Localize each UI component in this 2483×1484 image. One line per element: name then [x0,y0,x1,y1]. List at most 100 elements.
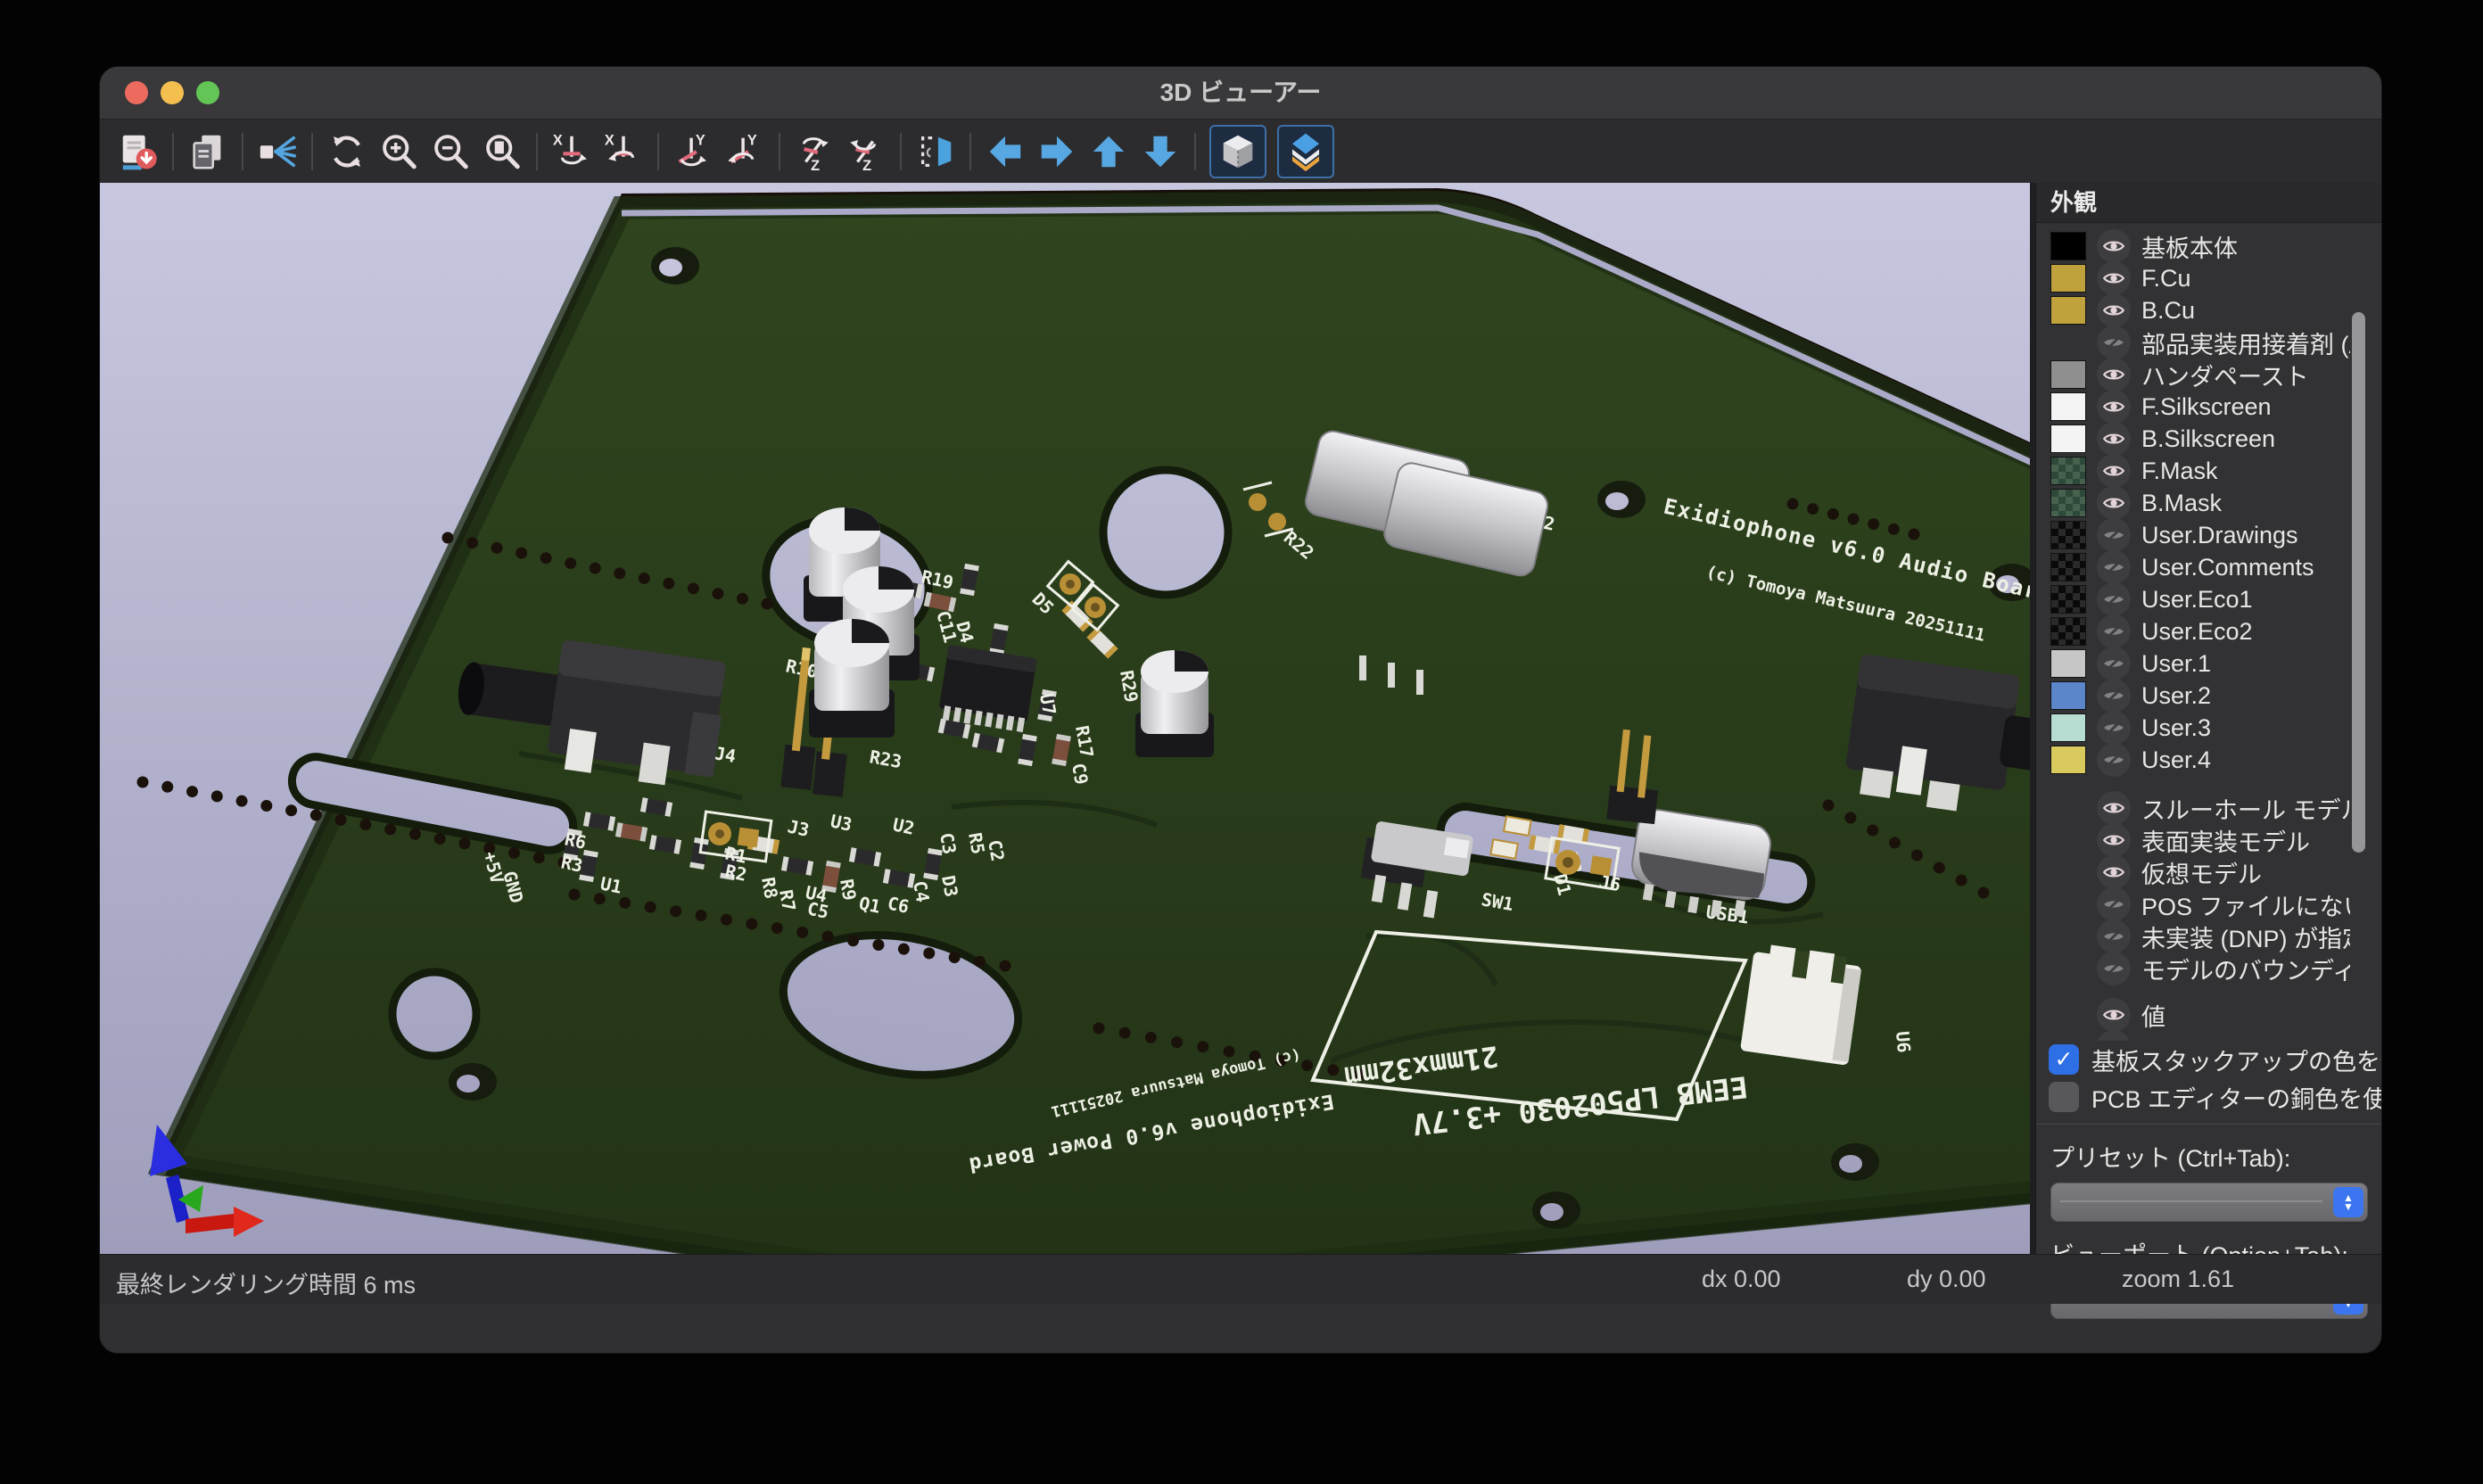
visibility-eye-icon[interactable] [2097,390,2131,424]
visibility-eye-off-icon[interactable] [2097,887,2131,921]
copy-image-button[interactable] [182,128,234,176]
rotate-z-clockwise-button[interactable]: Z [788,128,840,176]
visibility-eye-off-icon[interactable] [2097,614,2131,648]
rotate-z-counterclockwise-button[interactable]: Z [840,128,892,176]
visibility-eye-icon[interactable] [2097,454,2131,488]
pcb-copper-colors-checkbox[interactable] [2049,1082,2079,1112]
layer-row-user-eco2[interactable]: User.Eco2 [2036,615,2350,647]
model-row-dnp[interactable]: 未実装 (DNP) が指定さ [2036,920,2350,952]
visibility-eye-icon[interactable] [2097,293,2131,327]
layer-row-user-3[interactable]: User.3 [2036,712,2350,744]
minimize-button[interactable] [161,81,184,104]
layer-row-b-silkscreen[interactable]: B.Silkscreen [2036,423,2350,455]
layer-row-user-2[interactable]: User.2 [2036,680,2350,712]
pan-up-button[interactable] [1083,128,1134,176]
toolbar-separator [900,133,902,170]
layer-label: B.Silkscreen [2141,425,2275,453]
pcb-copper-colors-checkbox-row[interactable]: PCB エディターの銅色を使用 [2036,1078,2381,1116]
refresh-view-button[interactable] [321,128,373,176]
layer-row-f-mask[interactable]: F.Mask [2036,455,2350,487]
visibility-eye-off-icon[interactable] [2097,919,2131,953]
visibility-eye-icon[interactable] [2097,998,2131,1032]
visibility-eye-icon[interactable] [2097,261,2131,295]
visibility-eye-off-icon[interactable] [2097,550,2131,584]
layer-color-swatch[interactable] [2050,392,2086,421]
zoom-in-button[interactable] [373,128,425,176]
layer-color-swatch[interactable] [2050,553,2086,581]
pan-left-button[interactable] [979,128,1031,176]
orthographic-projection-toggle[interactable] [1209,125,1266,178]
layer-color-swatch[interactable] [2050,521,2086,549]
rotate-y-counterclockwise-button[interactable]: Y [719,128,771,176]
layer-row-user-drawings[interactable]: User.Drawings [2036,519,2350,551]
layer-color-swatch[interactable] [2050,746,2086,774]
layer-color-swatch[interactable] [2050,585,2086,614]
3d-viewport[interactable]: Exidiophone v6.0 Audio Board (c) Tomoya … [100,183,2030,1304]
layer-row-user-4[interactable]: User.4 [2036,744,2350,776]
model-row-pos[interactable]: POS ファイルにないモ [2036,888,2350,920]
layer-row-f-cu[interactable]: F.Cu [2036,262,2350,294]
flip-board-button[interactable] [910,128,961,176]
visibility-eye-icon[interactable] [2097,422,2131,456]
visibility-eye-off-icon[interactable] [2097,518,2131,552]
layer-row-user-1[interactable]: User.1 [2036,647,2350,680]
close-button[interactable] [125,81,148,104]
rotate-y-clockwise-button[interactable]: Y [667,128,719,176]
visibility-eye-off-icon[interactable] [2097,952,2131,985]
visibility-eye-icon[interactable] [2097,823,2131,857]
layer-color-swatch[interactable] [2050,617,2086,646]
raytrace-render-button[interactable] [252,128,303,176]
layer-row-item[interactable]: 基板本体 [2036,230,2350,262]
layer-color-swatch[interactable] [2050,649,2086,678]
pan-right-button[interactable] [1031,128,1083,176]
visibility-eye-icon[interactable] [2097,791,2131,825]
stackup-colors-checkbox-row[interactable]: ✓ 基板スタックアップの色を使用 [2036,1041,2381,1078]
preset-dropdown[interactable]: ▲▼ [2050,1183,2368,1222]
layer-color-swatch[interactable] [2050,360,2086,389]
rotate-x-counterclockwise-button[interactable]: X [598,128,649,176]
visibility-eye-off-icon[interactable] [2097,711,2131,745]
visibility-eye-icon[interactable] [2097,229,2131,263]
layer-color-swatch[interactable] [2050,296,2086,325]
pan-down-button[interactable] [1134,128,1186,176]
layer-row-adh[interactable]: 部品実装用接着剤 (Adh [2036,326,2350,359]
layer-row-b-cu[interactable]: B.Cu [2036,294,2350,326]
visibility-eye-icon[interactable] [2097,1030,2131,1041]
layer-row-user-eco1[interactable]: User.Eco1 [2036,583,2350,615]
model-row-item[interactable]: スルーホール モデル [2036,792,2350,824]
layer-color-swatch[interactable] [2050,457,2086,485]
zoom-to-fit-button[interactable] [476,128,528,176]
visibility-eye-icon[interactable] [2097,358,2131,392]
visibility-eye-off-icon[interactable] [2097,582,2131,616]
visibility-eye-off-icon[interactable] [2097,743,2131,777]
layer-row-user-comments[interactable]: User.Comments [2036,551,2350,583]
rotate-x-clockwise-button[interactable]: X [546,128,598,176]
layer-list-scrollbar[interactable] [2352,312,2365,853]
layer-color-swatch[interactable] [2050,264,2086,293]
zoom-out-button[interactable] [425,128,476,176]
visibility-eye-icon[interactable] [2097,855,2131,889]
model-row-item[interactable]: 仮想モデル [2036,856,2350,888]
layer-color-swatch[interactable] [2050,681,2086,710]
layer-row-b-mask[interactable]: B.Mask [2036,487,2350,519]
model-row-item[interactable]: 表面実装モデル [2036,824,2350,856]
rotate-z-ccw-icon: Z [846,131,887,172]
layer-color-swatch[interactable] [2050,232,2086,260]
stackup-colors-checkbox[interactable]: ✓ [2049,1044,2079,1075]
visibility-eye-off-icon[interactable] [2097,326,2131,359]
layer-label: 仮想モデル [2141,855,2262,890]
layer-color-swatch[interactable] [2050,713,2086,742]
layer-color-swatch[interactable] [2050,425,2086,453]
visibility-eye-icon[interactable] [2097,486,2131,520]
layer-row-f-silkscreen[interactable]: F.Silkscreen [2036,391,2350,423]
model-row-item[interactable]: モデルのバウンディング [2036,952,2350,985]
zoom-window-button[interactable] [196,81,219,104]
export-image-button[interactable] [112,128,164,176]
layer-row-item[interactable]: ハンダペースト [2036,359,2350,391]
attribute-row-item[interactable]: 値 [2036,999,2350,1031]
visibility-eye-off-icon[interactable] [2097,679,2131,713]
clipped-row-partial[interactable] [2036,1031,2350,1041]
layer-color-swatch[interactable] [2050,489,2086,517]
visibility-eye-off-icon[interactable] [2097,647,2131,680]
appearance-panel-toggle[interactable] [1277,125,1334,178]
